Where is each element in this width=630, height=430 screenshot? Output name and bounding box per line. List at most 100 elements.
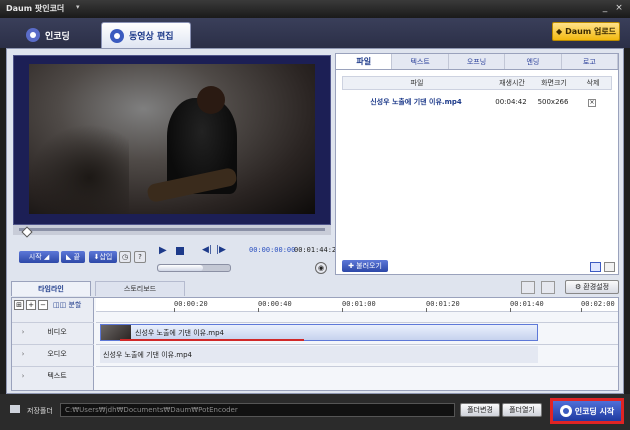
- ruler-tick: 00:02:00: [581, 300, 615, 312]
- mode-tab-bar: 인코딩 동영상 편집 ◆ Daum 업로드: [0, 18, 630, 48]
- track-headers: ⊞ + − ◫◫ 분할 › 비디오 › 오디오 › 텍스트: [12, 298, 94, 390]
- track-label-video[interactable]: › 비디오: [12, 322, 94, 341]
- close-button[interactable]: ×: [614, 3, 624, 13]
- grid-view-icon[interactable]: [604, 262, 615, 272]
- load-file-button[interactable]: ✚ 불러오기: [342, 260, 388, 272]
- tab-text[interactable]: 텍스트: [392, 54, 449, 69]
- gear-icon: ⚙: [574, 283, 582, 291]
- app-menu-arrow-icon[interactable]: ▾: [76, 3, 80, 11]
- expand-arrow-icon[interactable]: ›: [12, 372, 34, 380]
- video-frame[interactable]: [29, 64, 315, 214]
- change-folder-button[interactable]: 폴더변경: [460, 403, 500, 417]
- time-ruler[interactable]: 00:00:20 00:00:40 00:01:00 00:01:20 00:0…: [96, 298, 618, 312]
- clock-icon[interactable]: ◷: [119, 251, 131, 263]
- tab-video-edit[interactable]: 동영상 편집: [101, 22, 191, 48]
- insert-button[interactable]: ⬇ 삽입: [89, 251, 117, 263]
- tab-encoding[interactable]: 인코딩: [18, 22, 92, 48]
- scissors-reel-icon: [110, 28, 124, 43]
- tab-ending[interactable]: 엔딩: [505, 54, 562, 69]
- set-end-label: 끝: [73, 253, 81, 261]
- zoom-out-icon[interactable]: −: [38, 300, 48, 310]
- tab-storyboard[interactable]: 스토리보드: [95, 281, 185, 296]
- seek-thumb[interactable]: [21, 226, 33, 238]
- volume-slider[interactable]: [157, 264, 231, 272]
- volume-fill: [158, 265, 203, 271]
- ruler-tick: 00:01:40: [510, 300, 544, 312]
- bottom-bar: 저장폴더 C:₩Users₩jdh₩Documents₩Daum₩PotEnco…: [0, 394, 630, 430]
- seek-track: [19, 226, 325, 238]
- timeline: ⊞ + − ◫◫ 분할 › 비디오 › 오디오 › 텍스트 00:00:20 00:0…: [11, 297, 619, 391]
- tab-opening[interactable]: 오프닝: [449, 54, 506, 69]
- tab-logo[interactable]: 로고: [562, 54, 619, 69]
- performer-head: [197, 86, 225, 114]
- tab-timeline[interactable]: 타임라인: [11, 281, 91, 296]
- settings-button[interactable]: ⚙ 환경설정: [565, 280, 619, 294]
- upload-icon: ◆: [555, 27, 563, 36]
- play-icon[interactable]: ▶: [159, 245, 167, 256]
- table-row[interactable]: 신성우 노출에 기댄 이유.mp4 00:04:42 500x266 ×: [342, 94, 612, 110]
- prev-frame-icon[interactable]: ◀|: [202, 245, 212, 255]
- file-size: 500x266: [537, 98, 569, 106]
- audio-track: 신성우 노출에 기댄 이유.mp4: [96, 344, 618, 363]
- current-time: 00:00:00:00: [249, 246, 296, 254]
- col-duration: 재생시간: [499, 79, 525, 87]
- delete-file-button[interactable]: ×: [588, 98, 596, 107]
- save-path-field[interactable]: C:₩Users₩jdh₩Documents₩Daum₩PotEncoder: [60, 403, 455, 417]
- timeline-underline-marker: [120, 339, 304, 341]
- settings-label: 환경설정: [583, 283, 610, 291]
- file-panel: 파일 텍스트 오프닝 엔딩 로고 파일 재생시간 화면크기 삭제 신성우 노출에…: [335, 53, 619, 275]
- set-end-button[interactable]: ◣ 끝: [61, 251, 85, 263]
- open-folder-button[interactable]: 폴더열기: [502, 403, 542, 417]
- split-button[interactable]: ◫◫ 분할: [53, 300, 81, 310]
- save-icon[interactable]: [541, 281, 555, 294]
- folder-icon[interactable]: [521, 281, 535, 294]
- next-frame-icon[interactable]: |▶: [216, 245, 226, 255]
- ruler-tick: 00:00:20: [174, 300, 208, 312]
- editor-panel: 시작 ◢ ◣ 끝 ⬇ 삽입 ◷ ? ▶ ◀| |▶ 00:00:00:00 00:…: [6, 48, 624, 394]
- daum-upload-label: Daum 업로드: [565, 27, 617, 36]
- text-track: [96, 366, 618, 385]
- stop-icon[interactable]: [176, 247, 184, 255]
- film-reel-icon: [26, 28, 40, 42]
- fit-icon[interactable]: ⊞: [14, 300, 24, 310]
- ruler-tick: 00:01:20: [426, 300, 460, 312]
- list-view-icon[interactable]: [590, 262, 601, 272]
- audio-clip[interactable]: 신성우 노출에 기댄 이유.mp4: [100, 346, 538, 363]
- track-name: 텍스트: [47, 372, 67, 380]
- folder-icon: [10, 405, 20, 413]
- col-size: 화면크기: [541, 79, 567, 87]
- seek-bar[interactable]: [13, 225, 331, 238]
- set-start-label: 시작: [28, 253, 42, 261]
- file-panel-tabs: 파일 텍스트 오프닝 엔딩 로고: [336, 54, 619, 70]
- start-encoding-button[interactable]: 인코딩 시작: [550, 398, 624, 424]
- daum-upload-button[interactable]: ◆ Daum 업로드: [552, 22, 620, 41]
- tab-encoding-label: 인코딩: [45, 31, 70, 42]
- video-player: [13, 55, 331, 225]
- expand-arrow-icon[interactable]: ›: [12, 350, 34, 358]
- file-table-header: 파일 재생시간 화면크기 삭제: [342, 76, 612, 90]
- tab-file[interactable]: 파일: [336, 54, 393, 69]
- help-button[interactable]: ?: [134, 251, 146, 263]
- crowd-shadow: [29, 124, 129, 214]
- timeline-tab-bar: 타임라인 스토리보드 ⚙ 환경설정: [7, 279, 623, 297]
- col-delete: 삭제: [586, 79, 600, 87]
- ruler-tick: 00:01:00: [342, 300, 376, 312]
- tab-video-edit-label: 동영상 편집: [129, 32, 174, 42]
- speaker-icon[interactable]: ◉: [315, 262, 327, 274]
- expand-arrow-icon[interactable]: ›: [12, 328, 34, 336]
- file-duration: 00:04:42: [495, 98, 527, 106]
- insert-label: 삽입: [99, 253, 113, 261]
- track-name: 비디오: [47, 328, 67, 336]
- app-title: Daum 팟인코더: [6, 4, 65, 13]
- col-file: 파일: [410, 79, 424, 87]
- minimize-button[interactable]: _: [600, 3, 610, 13]
- zoom-in-icon[interactable]: +: [26, 300, 36, 310]
- zoom-toolbar: ⊞ + − ◫◫ 분할: [12, 298, 94, 312]
- track-label-text[interactable]: › 텍스트: [12, 366, 94, 385]
- set-start-button[interactable]: 시작 ◢: [19, 251, 59, 263]
- player-controls: 시작 ◢ ◣ 끝 ⬇ 삽입 ◷ ? ▶ ◀| |▶ 00:00:00:00 00:…: [13, 237, 340, 277]
- title-bar: Daum 팟인코더 ▾ _ ×: [0, 0, 630, 18]
- total-time: 00:01:44:26: [294, 246, 341, 254]
- track-label-audio[interactable]: › 오디오: [12, 344, 94, 363]
- file-table: 파일 재생시간 화면크기 삭제 신성우 노출에 기댄 이유.mp4 00:04:…: [342, 76, 612, 110]
